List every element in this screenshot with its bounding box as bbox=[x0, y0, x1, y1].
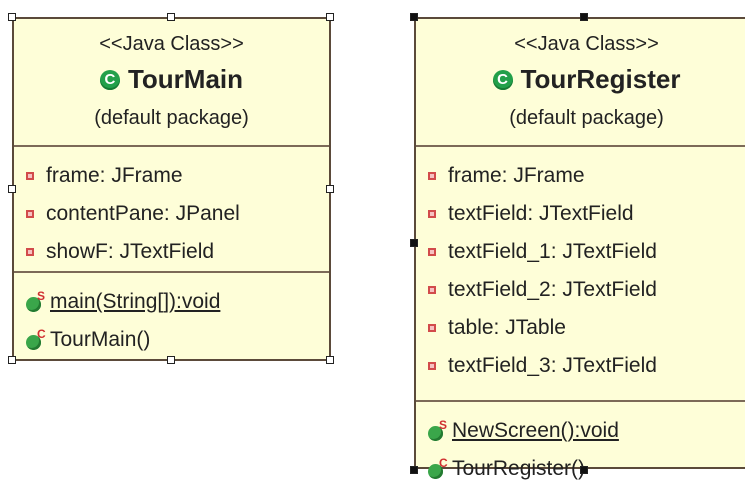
resize-handle-n[interactable] bbox=[167, 13, 175, 21]
class-title-row: C TourMain bbox=[14, 64, 329, 95]
public-static-method-icon: S bbox=[428, 418, 448, 441]
field-row[interactable]: contentPane: JPanel bbox=[14, 195, 329, 233]
field-label: textField: JTextField bbox=[448, 202, 634, 225]
stereotype-label: <<Java Class>> bbox=[99, 33, 244, 55]
field-label: showF: JTextField bbox=[46, 240, 215, 263]
methods-compartment: S NewScreen():void C TourRegister() bbox=[416, 402, 745, 488]
field-row[interactable]: textField_2: JTextField bbox=[416, 271, 745, 309]
fields-compartment: frame: JFrame textField: JTextField text… bbox=[416, 147, 745, 402]
resize-handle-nw[interactable] bbox=[410, 13, 418, 21]
package-label: (default package) bbox=[94, 107, 249, 129]
resize-handle-se[interactable] bbox=[326, 356, 334, 364]
private-field-icon bbox=[428, 286, 436, 294]
field-label: textField_1: JTextField bbox=[448, 240, 657, 263]
method-label: TourMain() bbox=[50, 328, 151, 351]
class-header: <<Java Class>> C TourRegister (default p… bbox=[416, 19, 745, 147]
field-label: frame: JFrame bbox=[448, 164, 585, 187]
private-field-icon bbox=[428, 324, 436, 332]
class-name: TourRegister bbox=[520, 64, 681, 94]
method-label: TourRegister() bbox=[452, 457, 586, 480]
private-field-icon bbox=[26, 248, 34, 256]
field-row[interactable]: frame: JFrame bbox=[14, 157, 329, 195]
class-c-icon: C bbox=[492, 69, 513, 90]
resize-handle-w[interactable] bbox=[8, 185, 16, 193]
field-row[interactable]: table: JTable bbox=[416, 309, 745, 347]
field-row[interactable]: frame: JFrame bbox=[416, 157, 745, 195]
field-row[interactable]: textField_3: JTextField bbox=[416, 347, 745, 385]
resize-handle-s[interactable] bbox=[167, 356, 175, 364]
class-header: <<Java Class>> C TourMain (default packa… bbox=[14, 19, 329, 147]
private-field-icon bbox=[428, 172, 436, 180]
field-row[interactable]: showF: JTextField bbox=[14, 233, 329, 271]
method-row[interactable]: C TourMain() bbox=[14, 321, 329, 359]
resize-handle-sw[interactable] bbox=[410, 466, 418, 474]
field-label: table: JTable bbox=[448, 316, 566, 339]
method-label: NewScreen():void bbox=[452, 419, 619, 442]
private-field-icon bbox=[428, 362, 436, 370]
method-row[interactable]: S main(String[]):void bbox=[14, 283, 329, 321]
class-title-row: C TourRegister bbox=[416, 64, 745, 95]
field-label: textField_2: JTextField bbox=[448, 278, 657, 301]
public-constructor-icon: C bbox=[428, 456, 448, 479]
class-box-tourregister[interactable]: <<Java Class>> C TourRegister (default p… bbox=[414, 17, 745, 480]
class-c-icon: C bbox=[99, 69, 120, 90]
resize-handle-w[interactable] bbox=[410, 239, 418, 247]
package-label: (default package) bbox=[509, 107, 664, 129]
method-label: main(String[]):void bbox=[50, 290, 221, 313]
private-field-icon bbox=[26, 210, 34, 218]
resize-handle-nw[interactable] bbox=[8, 13, 16, 21]
field-row[interactable]: textField_1: JTextField bbox=[416, 233, 745, 271]
resize-handle-n[interactable] bbox=[580, 13, 588, 21]
private-field-icon bbox=[428, 248, 436, 256]
public-constructor-icon: C bbox=[26, 327, 46, 350]
resize-handle-sw[interactable] bbox=[8, 356, 16, 364]
public-static-method-icon: S bbox=[26, 289, 46, 312]
field-label: frame: JFrame bbox=[46, 164, 183, 187]
private-field-icon bbox=[26, 172, 34, 180]
class-box-tourmain[interactable]: <<Java Class>> C TourMain (default packa… bbox=[12, 17, 331, 361]
stereotype-label: <<Java Class>> bbox=[514, 33, 659, 55]
class-name: TourMain bbox=[127, 64, 244, 94]
resize-handle-ne[interactable] bbox=[326, 13, 334, 21]
resize-handle-e[interactable] bbox=[326, 185, 334, 193]
method-row[interactable]: S NewScreen():void bbox=[416, 412, 745, 450]
fields-compartment: frame: JFrame contentPane: JPanel showF:… bbox=[14, 147, 329, 273]
methods-compartment: S main(String[]):void C TourMain() bbox=[14, 273, 329, 359]
private-field-icon bbox=[428, 210, 436, 218]
resize-handle-s[interactable] bbox=[580, 466, 588, 474]
field-label: textField_3: JTextField bbox=[448, 354, 657, 377]
field-label: contentPane: JPanel bbox=[46, 202, 240, 225]
field-row[interactable]: textField: JTextField bbox=[416, 195, 745, 233]
